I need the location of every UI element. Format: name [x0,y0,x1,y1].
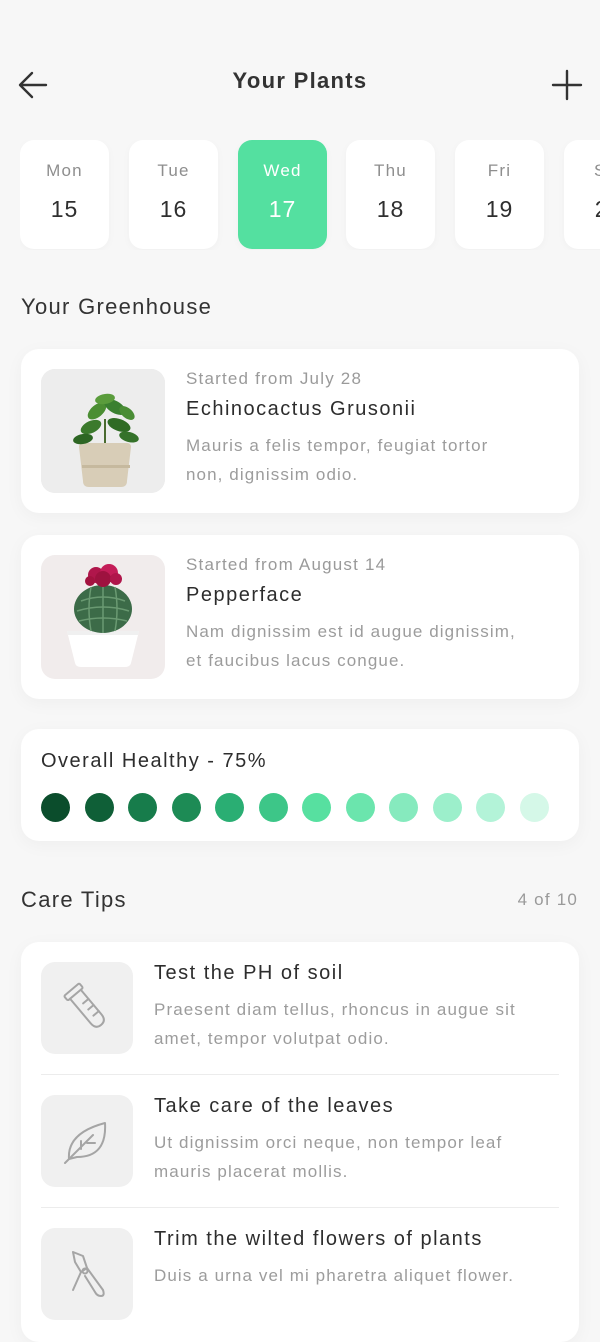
health-dot [389,793,418,822]
care-tip-description-line: Duis a urna vel mi pharetra aliquet flow… [154,1266,515,1285]
health-dot [519,793,549,822]
care-tip-description: Praesent diam tellus, rhoncus in augue s… [154,995,559,1053]
care-tip-title: Test the PH of soil [154,962,344,984]
day-name: Mon [46,161,83,180]
plant-start-date: Started from July 28 [186,369,363,388]
health-dot [432,793,462,822]
day-number: 15 [50,196,79,222]
page-title: Your Plants [232,68,368,93]
day-mon[interactable]: Mon 15 [20,140,109,249]
day-tue[interactable]: Tue 16 [129,140,218,249]
care-tip-title: Take care of the leaves [154,1095,395,1117]
health-dot [128,793,157,822]
day-thu[interactable]: Thu 18 [346,140,435,249]
health-dot [476,793,505,822]
day-selector: Mon 15 Tue 16 Wed 17 Thu 18 Fri 19 Sat 2… [20,140,600,250]
health-dot [171,793,201,822]
plant-description-line: non, dignissim odio. [186,465,359,484]
plant-photo [41,369,165,493]
plant-description-line: et faucibus lacus congue. [186,651,406,670]
plus-icon [551,69,583,101]
health-dot [41,793,70,822]
plant-card[interactable]: Started from July 28 Echinocactus Gruson… [21,349,579,513]
care-tip-description-line: amet, tempor volutpat odio. [154,1029,390,1048]
day-name: Wed [263,161,302,180]
day-name: Tue [157,161,190,180]
care-tips-count: 4 of 10 [517,890,578,909]
day-sat[interactable]: Sat 20 [564,140,600,249]
health-title: Overall Healthy - 75% [41,750,268,772]
health-card: Overall Healthy - 75% [21,729,579,841]
care-tip-item[interactable]: Test the PH of soil Praesent diam tellus… [41,942,559,1075]
care-tip-item[interactable]: Take care of the leaves Ut dignissim orc… [41,1075,559,1208]
day-fri[interactable]: Fri 19 [455,140,544,249]
plant-name: Pepperface [186,584,304,606]
care-tips-card: Test the PH of soil Praesent diam tellus… [21,942,579,1342]
plant-description: Mauris a felis tempor, feugiat tortor no… [186,431,559,489]
add-plant-button[interactable] [546,64,588,106]
top-bar: Your Plants [0,52,600,116]
day-number: 20 [564,196,600,223]
day-name: Thu [374,161,407,180]
care-tip-title: Trim the wilted flowers of plants [154,1228,483,1250]
health-dot [345,793,375,822]
pruning-shears-icon [41,1228,133,1320]
care-tip-item[interactable]: Trim the wilted flowers of plants Duis a… [41,1208,559,1341]
health-dot [84,793,114,822]
care-tip-description: Duis a urna vel mi pharetra aliquet flow… [154,1261,559,1290]
plant-card[interactable]: Started from August 14 Pepperface Nam di… [21,535,579,699]
health-dot [215,793,244,822]
care-tip-description-line: mauris placerat mollis. [154,1162,349,1181]
day-name: Sat [564,161,600,181]
health-dot [258,793,288,822]
care-tip-description-line: Praesent diam tellus, rhoncus in augue s… [154,1000,516,1019]
care-tips-heading: Care Tips [21,887,127,912]
health-dot [302,793,331,822]
day-number: 19 [485,196,514,222]
plant-start-date: Started from August 14 [186,555,387,574]
greenhouse-heading: Your Greenhouse [21,294,213,319]
leaf-icon [41,1095,133,1187]
care-tip-description-line: Ut dignissim orci neque, non tempor leaf [154,1133,503,1152]
test-tube-icon [41,962,133,1054]
plant-name: Echinocactus Grusonii [186,398,417,420]
plant-description: Nam dignissim est id augue dignissim, et… [186,617,559,675]
day-wed-selected[interactable]: Wed 17 [238,140,327,249]
day-number: 16 [159,196,188,222]
day-number: 17 [268,196,297,222]
plant-description-line: Nam dignissim est id augue dignissim, [186,622,516,641]
day-number: 18 [376,196,405,222]
plant-description-line: Mauris a felis tempor, feugiat tortor [186,436,489,455]
care-tip-description: Ut dignissim orci neque, non tempor leaf… [154,1128,559,1186]
day-name: Fri [487,161,512,180]
plant-photo [41,555,165,679]
